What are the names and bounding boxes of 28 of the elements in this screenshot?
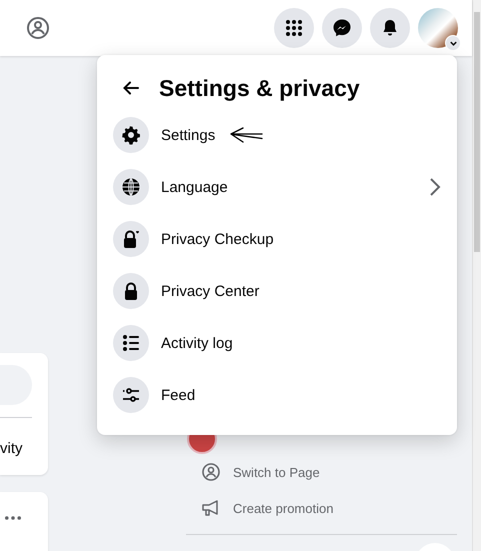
menu-title: Settings & privacy [159,74,360,102]
messenger-button[interactable] [322,8,362,48]
page-action-link[interactable]: Switch to Page [186,454,457,490]
globe-icon [121,177,141,197]
menu-item[interactable]: Privacy Checkup [113,213,441,265]
account-avatar[interactable] [418,8,458,48]
scrollbar-thumb[interactable] [474,12,480,252]
grid-icon [284,18,304,38]
sliders-icon [121,385,141,405]
menu-item[interactable]: Feed [113,369,441,421]
menu-item[interactable]: Language [113,161,441,213]
menu-item[interactable]: Settings [113,109,441,161]
megaphone-icon [201,498,221,518]
gear-icon [121,125,141,145]
list-icon [121,333,141,353]
menu-button[interactable] [274,8,314,48]
messenger-icon [332,18,352,38]
scrollbar[interactable] [472,0,481,551]
page-action-link[interactable]: Create promotion [186,490,457,526]
lock-heart-icon [121,229,141,249]
profile-switch-icon[interactable] [26,16,50,40]
profile-switch-icon [201,462,221,482]
more-icon[interactable] [5,516,21,520]
chevron-down-icon[interactable] [445,35,461,51]
menu-item[interactable]: Activity log [113,317,441,369]
menu-item[interactable]: Privacy Center [113,265,441,317]
notifications-button[interactable] [370,8,410,48]
card-text: vity [0,440,24,457]
